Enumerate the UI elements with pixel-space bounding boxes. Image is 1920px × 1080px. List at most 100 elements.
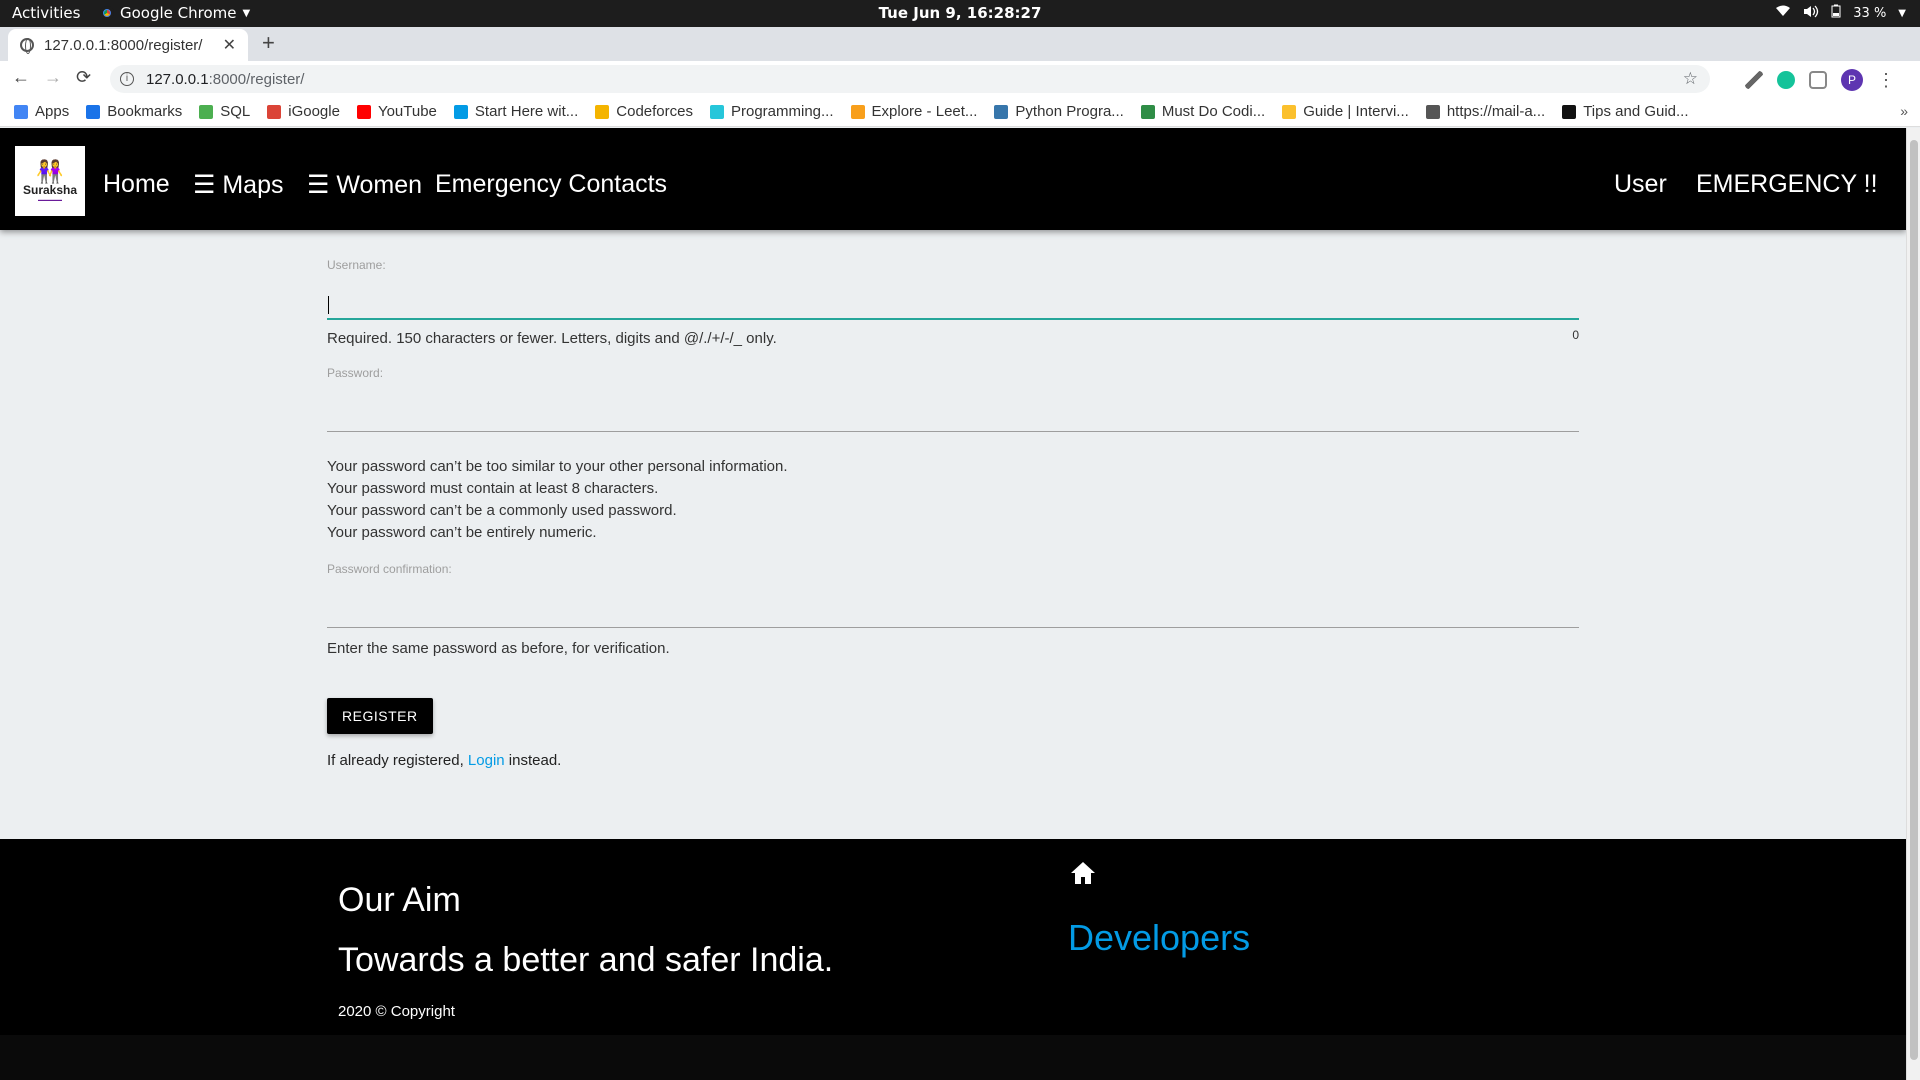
os-top-bar: Activities Google Chrome ▼ Tue Jun 9, 16… (0, 0, 1920, 27)
address-bar[interactable]: i 127.0.0.1:8000/register/ ☆ (110, 65, 1710, 93)
nav-women-dropdown[interactable]: ☰ Women (307, 170, 422, 200)
bookmark-star-icon[interactable]: ☆ (1683, 69, 1698, 89)
login-prompt: If already registered, Login instead. (327, 752, 1579, 769)
page-viewport: 👭 Suraksha ▬▬▬▬▬▬ Home ☰ Maps ☰ Women Em… (0, 128, 1906, 1080)
logo-tagline-mark: ▬▬▬▬▬▬ (38, 196, 62, 202)
activities-button[interactable]: Activities (12, 4, 80, 22)
url-path: :8000/register/ (208, 70, 305, 88)
nav-home[interactable]: Home (103, 170, 170, 199)
gfg-icon (1140, 104, 1155, 119)
volume-icon (1803, 5, 1819, 22)
eyedropper-extension-icon[interactable] (1745, 71, 1763, 89)
password-input[interactable] (327, 392, 1579, 432)
bookmark-label: Bookmarks (107, 103, 183, 120)
bookmark-item[interactable]: Programming... (709, 103, 834, 120)
tab-title: 127.0.0.1:8000/register/ (44, 36, 203, 54)
system-tray[interactable]: 33 % ▼ (1775, 4, 1906, 22)
hackerearth-icon (1562, 104, 1577, 119)
password-confirm-label: Password confirmation: (327, 562, 452, 576)
google-icon (267, 104, 282, 119)
bookmark-item[interactable]: Start Here wit... (453, 103, 579, 120)
nav-emergency-contacts[interactable]: Emergency Contacts (435, 170, 667, 199)
youtube-icon (356, 104, 371, 119)
bookmark-item[interactable]: Guide | Intervi... (1282, 103, 1409, 120)
clock[interactable]: Tue Jun 9, 16:28:27 (0, 4, 1920, 22)
profile-avatar[interactable]: P (1841, 69, 1863, 91)
bookmark-item[interactable]: YouTube (356, 103, 437, 120)
register-button[interactable]: Register (327, 698, 433, 734)
bookmark-item[interactable]: Must Do Codi... (1140, 103, 1265, 120)
bookmark-label: Explore - Leet... (871, 103, 978, 120)
forward-icon[interactable]: → (44, 67, 62, 88)
info-icon[interactable]: i (120, 72, 134, 86)
logo-brand-text: Suraksha (22, 182, 78, 197)
chrome-icon (100, 6, 114, 20)
battery-percent: 33 % (1853, 5, 1887, 21)
app-menu[interactable]: Google Chrome ▼ (100, 4, 250, 22)
password-help-item: Your password must contain at least 8 ch… (327, 480, 659, 497)
site-navbar: 👭 Suraksha ▬▬▬▬▬▬ Home ☰ Maps ☰ Women Em… (0, 128, 1906, 230)
text-caret (328, 296, 329, 314)
bookmark-label: Start Here wit... (474, 103, 579, 120)
app-name: Google Chrome (120, 4, 237, 22)
bookmark-item[interactable]: iGoogle (267, 103, 340, 120)
codeforces-icon (595, 104, 610, 119)
username-label: Username: (327, 258, 386, 272)
page-scrollbar[interactable] (1906, 128, 1920, 1080)
grammarly-extension-icon[interactable] (1777, 71, 1795, 89)
menu-kebab-icon[interactable]: ⋮ (1877, 71, 1895, 89)
bookmark-label: https://mail-a... (1446, 103, 1546, 120)
new-tab-icon[interactable]: + (262, 30, 275, 56)
browser-toolbar: ← → ⟳ i 127.0.0.1:8000/register/ ☆ P ⋮ (0, 61, 1920, 97)
bookmark-label: Guide | Intervi... (1303, 103, 1409, 120)
sql-icon (199, 104, 214, 119)
bookmark-item[interactable]: https://mail-a... (1425, 103, 1546, 120)
footer-aim-title: Our Aim (338, 881, 461, 919)
bookmark-item[interactable]: Explore - Leet... (850, 103, 978, 120)
reload-icon[interactable]: ⟳ (76, 67, 91, 88)
login-link[interactable]: Login (468, 752, 505, 769)
bookmark-label: YouTube (377, 103, 437, 120)
bookmark-label: Tips and Guid... (1583, 103, 1689, 120)
password-confirm-help-text: Enter the same password as before, for v… (327, 640, 670, 657)
password-help-item: Your password can’t be entirely numeric. (327, 524, 597, 541)
cast-extension-icon[interactable] (1809, 71, 1827, 89)
password-help-item: Your password can’t be too similar to yo… (327, 458, 788, 475)
bookmark-item[interactable]: SQL (199, 103, 250, 120)
login-prefix: If already registered, (327, 752, 464, 769)
footer-aim-text: Towards a better and safer India. (338, 941, 834, 979)
nav-maps-dropdown[interactable]: ☰ Maps (193, 170, 284, 200)
close-icon[interactable]: ✕ (223, 35, 236, 55)
username-help-text: Required. 150 characters or fewer. Lette… (327, 330, 777, 347)
people-icon: 👭 (36, 158, 64, 184)
footer-developers-link[interactable]: Developers (1068, 917, 1250, 959)
nav-emergency[interactable]: EMERGENCY !! (1696, 170, 1878, 199)
username-input[interactable] (327, 280, 1579, 320)
extensions-area: P ⋮ (1745, 69, 1895, 91)
bookmark-label: SQL (220, 103, 251, 120)
bookmark-item[interactable]: Codeforces (595, 103, 693, 120)
tab-strip: 127.0.0.1:8000/register/ ✕ — ❐ ✕ (0, 27, 1920, 76)
bookmark-label: Python Progra... (1015, 103, 1124, 120)
home-icon[interactable] (1070, 861, 1096, 885)
bookmark-item[interactable]: Bookmarks (86, 103, 182, 120)
bookmarks-overflow-icon[interactable]: » (1900, 103, 1908, 119)
bookmark-item[interactable]: Apps (14, 103, 69, 120)
password-confirm-input[interactable] (327, 588, 1579, 628)
nav-user[interactable]: User (1614, 170, 1667, 199)
back-icon[interactable]: ← (12, 67, 30, 88)
character-counter: 0 (1572, 328, 1579, 342)
browser-tab[interactable]: 127.0.0.1:8000/register/ ✕ (8, 29, 248, 61)
site-footer: Our Aim Towards a better and safer India… (0, 839, 1906, 1080)
star-icon (86, 104, 101, 119)
apps-grid-icon (14, 104, 28, 119)
bookmark-item[interactable]: Python Progra... (994, 103, 1124, 120)
bookmarks-bar: Apps Bookmarks SQL iGoogle YouTube Start Here… (0, 97, 1920, 127)
leetcode-icon (850, 104, 865, 119)
bookmark-label: Programming... (730, 103, 834, 120)
battery-icon (1831, 4, 1841, 22)
scrollbar-thumb[interactable] (1910, 140, 1918, 1060)
bookmark-item[interactable]: Tips and Guid... (1562, 103, 1689, 120)
register-form: Username: 0 Required. 150 characters or … (327, 258, 1579, 769)
site-logo[interactable]: 👭 Suraksha ▬▬▬▬▬▬ (15, 146, 85, 216)
